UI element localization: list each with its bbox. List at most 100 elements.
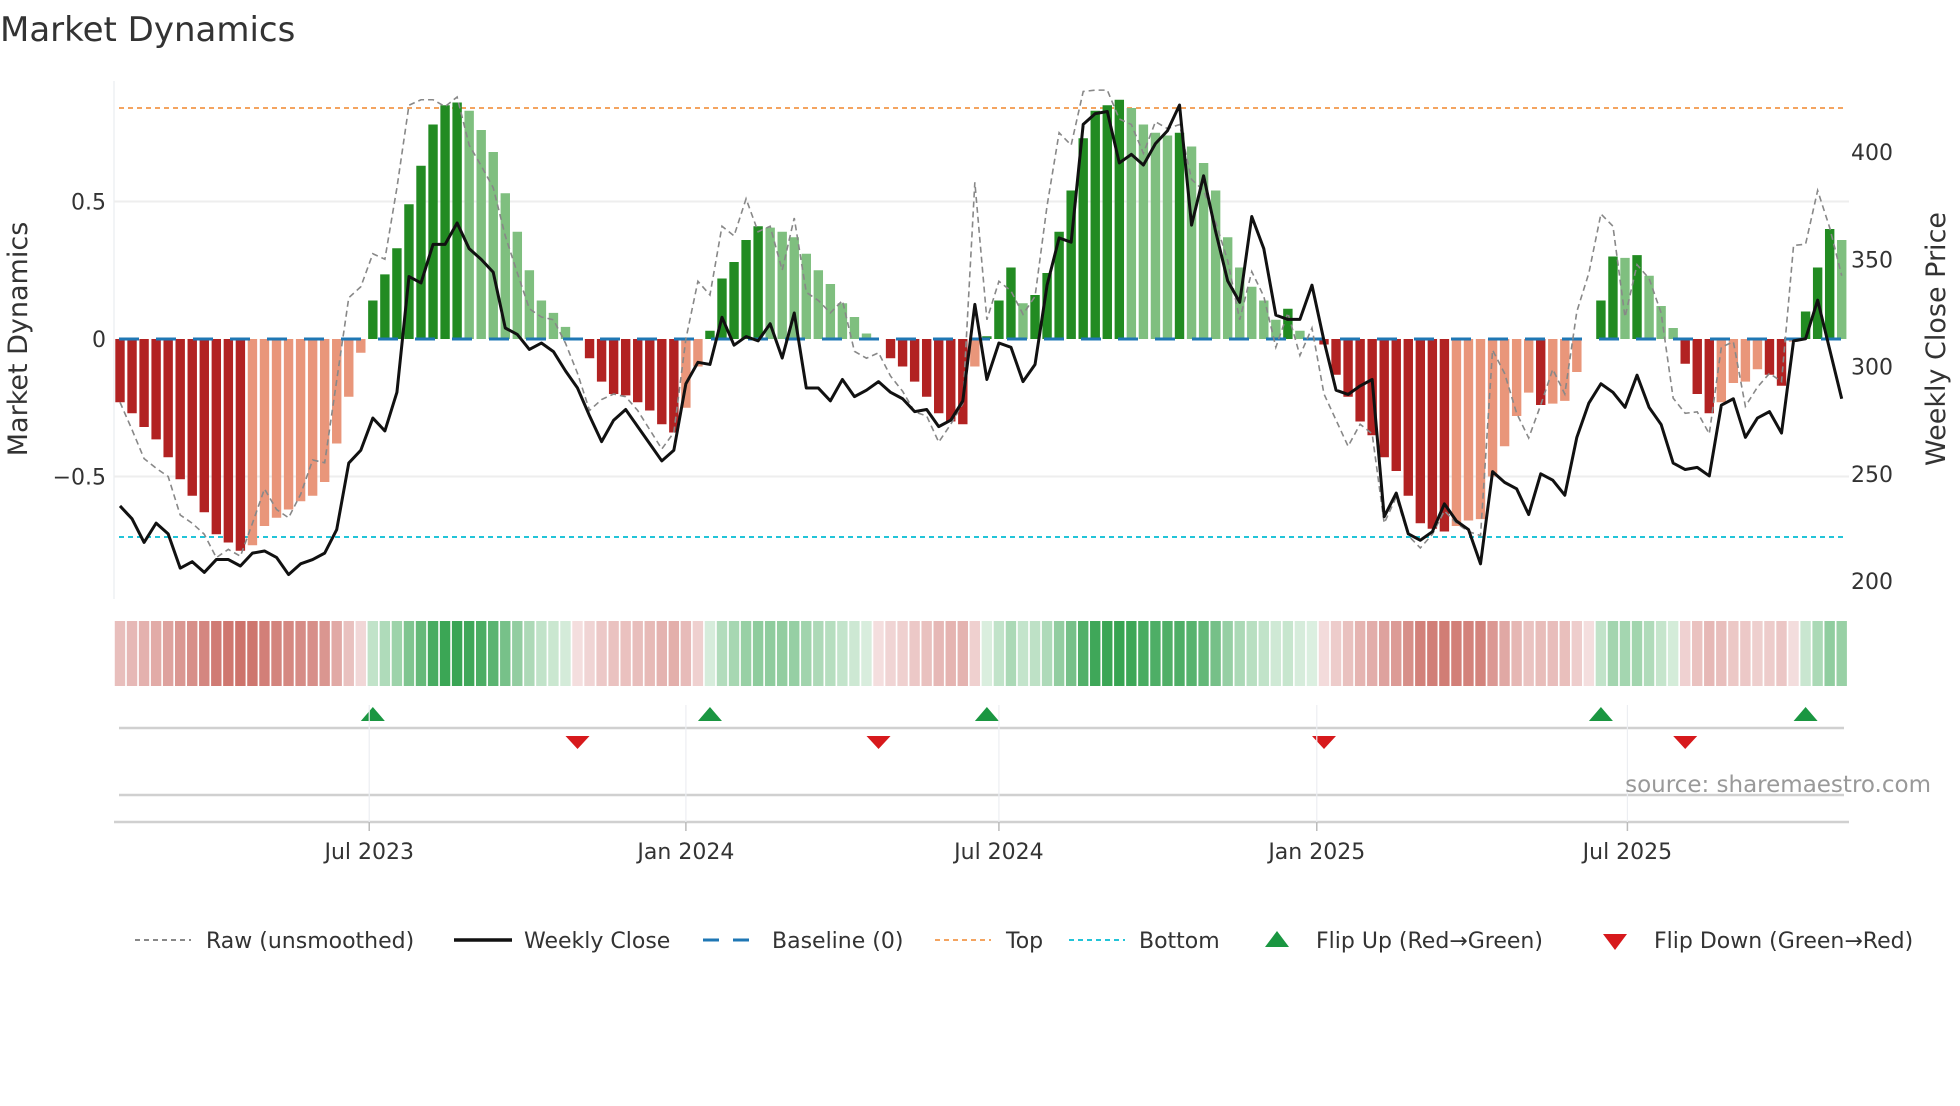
heatmap-cell <box>235 621 246 686</box>
heatmap-cell <box>1535 621 1546 686</box>
momentum-bar <box>1102 105 1112 339</box>
momentum-bar <box>801 253 811 339</box>
heatmap-cell <box>1162 621 1173 686</box>
legend-flip-down-label: Flip Down (Green→Red) <box>1654 929 1913 954</box>
heatmap-cell <box>1607 621 1619 686</box>
heatmap-cell <box>307 621 318 686</box>
heatmap-cell <box>162 621 174 686</box>
heatmap-cell <box>1258 621 1269 686</box>
flip-markers <box>119 707 1844 797</box>
heatmap-cell <box>1210 621 1221 686</box>
heatmap-cell <box>704 621 716 686</box>
momentum-bar <box>235 339 246 551</box>
heatmap-cell <box>1487 621 1498 686</box>
momentum-bar <box>1752 339 1763 370</box>
heatmap-cell <box>957 621 968 686</box>
momentum-bar <box>1824 229 1835 339</box>
momentum-bar <box>994 300 1004 339</box>
heatmap-cell <box>126 621 138 686</box>
heatmap-cell <box>343 621 354 686</box>
momentum-bar <box>885 339 896 359</box>
momentum-bar <box>921 339 932 397</box>
heatmap-cell <box>138 621 150 686</box>
momentum-bar <box>1560 339 1570 401</box>
heatmap-cell <box>439 621 451 686</box>
heatmap-cell <box>584 621 595 686</box>
legend: Raw (unsmoothed) Weekly Close Baseline (… <box>135 929 1913 954</box>
heatmap-cell <box>1041 621 1053 686</box>
flip-down-marker <box>1312 736 1336 749</box>
heatmap-cell <box>1704 621 1715 686</box>
heatmap-cell <box>223 621 234 686</box>
momentum-bar <box>1463 339 1474 521</box>
y2-tick-label: 200 <box>1851 570 1893 595</box>
heatmap-cell <box>1378 621 1390 686</box>
heatmap-cell <box>271 621 282 686</box>
momentum-bar <box>1162 135 1173 339</box>
heatmap-cell <box>1102 621 1113 686</box>
heatmap-cell <box>1294 621 1306 686</box>
momentum-bar <box>440 105 450 339</box>
heatmap-cell <box>391 621 403 686</box>
heatmap-cell <box>548 621 559 686</box>
heatmap-cell <box>1800 621 1811 686</box>
heatmap-cell <box>1475 621 1486 686</box>
momentum-bar <box>536 300 547 339</box>
momentum-bar <box>115 339 125 403</box>
heatmap-cell <box>1186 621 1197 686</box>
momentum-bar <box>1620 257 1630 339</box>
momentum-bar <box>1668 328 1678 339</box>
y-axis-title: Market Dynamics <box>3 222 34 457</box>
reference-lines <box>119 107 1844 538</box>
flip-down-marker <box>866 736 891 749</box>
heatmap-cell <box>945 621 956 686</box>
heatmap-cell <box>764 621 776 686</box>
heatmap-cell <box>488 621 499 686</box>
heatmap-cell <box>1788 621 1799 686</box>
momentum-bar <box>1475 339 1486 520</box>
momentum-bar <box>127 339 137 414</box>
momentum-bar <box>946 339 956 422</box>
legend-flip-up-label: Flip Up (Red→Green) <box>1316 929 1543 954</box>
y-axis-left: 0.5 0 −0.5 <box>53 191 106 491</box>
momentum-bar <box>392 248 402 339</box>
y2-tick-label: 300 <box>1851 356 1893 381</box>
heatmap-cell <box>367 621 379 686</box>
momentum-bar <box>1764 339 1775 375</box>
momentum-bar <box>1511 339 1522 416</box>
heatmap-cell <box>1776 621 1787 686</box>
momentum-bar <box>1150 132 1161 339</box>
momentum-heatmap-strip <box>114 621 1847 686</box>
legend-raw-label: Raw (unsmoothed) <box>206 929 414 954</box>
series-lines <box>118 89 1844 577</box>
flip-up-marker <box>697 707 722 721</box>
heatmap-cell <box>632 621 643 686</box>
y-tick-label: 0 <box>92 328 106 353</box>
heatmap-cell <box>1451 621 1462 686</box>
heatmap-cell <box>1716 621 1727 686</box>
heatmap-cell <box>1126 621 1137 686</box>
momentum-bar <box>584 339 595 359</box>
heatmap-cell <box>1836 621 1847 686</box>
heatmap-cell <box>475 621 487 686</box>
heatmap-cell <box>1571 621 1583 686</box>
heatmap-cell <box>1752 621 1763 686</box>
heatmap-cell <box>1619 621 1631 686</box>
heatmap-cell <box>1222 621 1233 686</box>
heatmap-cell <box>524 621 535 686</box>
momentum-bar <box>199 339 209 513</box>
heatmap-cell <box>174 621 186 686</box>
legend-close-label: Weekly Close <box>524 929 670 954</box>
momentum-bar <box>1126 108 1137 339</box>
momentum-bar <box>1499 339 1510 447</box>
flip-up-marker <box>360 707 385 721</box>
heatmap-cell <box>1318 621 1330 686</box>
momentum-bar <box>428 124 438 339</box>
heatmap-cell <box>1583 621 1595 686</box>
momentum-bar <box>1283 308 1293 339</box>
heatmap-cell <box>1403 621 1414 686</box>
heatmap-cell <box>451 621 463 686</box>
y2-tick-label: 400 <box>1851 141 1893 166</box>
momentum-bar <box>1247 286 1257 339</box>
momentum-bar <box>175 339 185 480</box>
